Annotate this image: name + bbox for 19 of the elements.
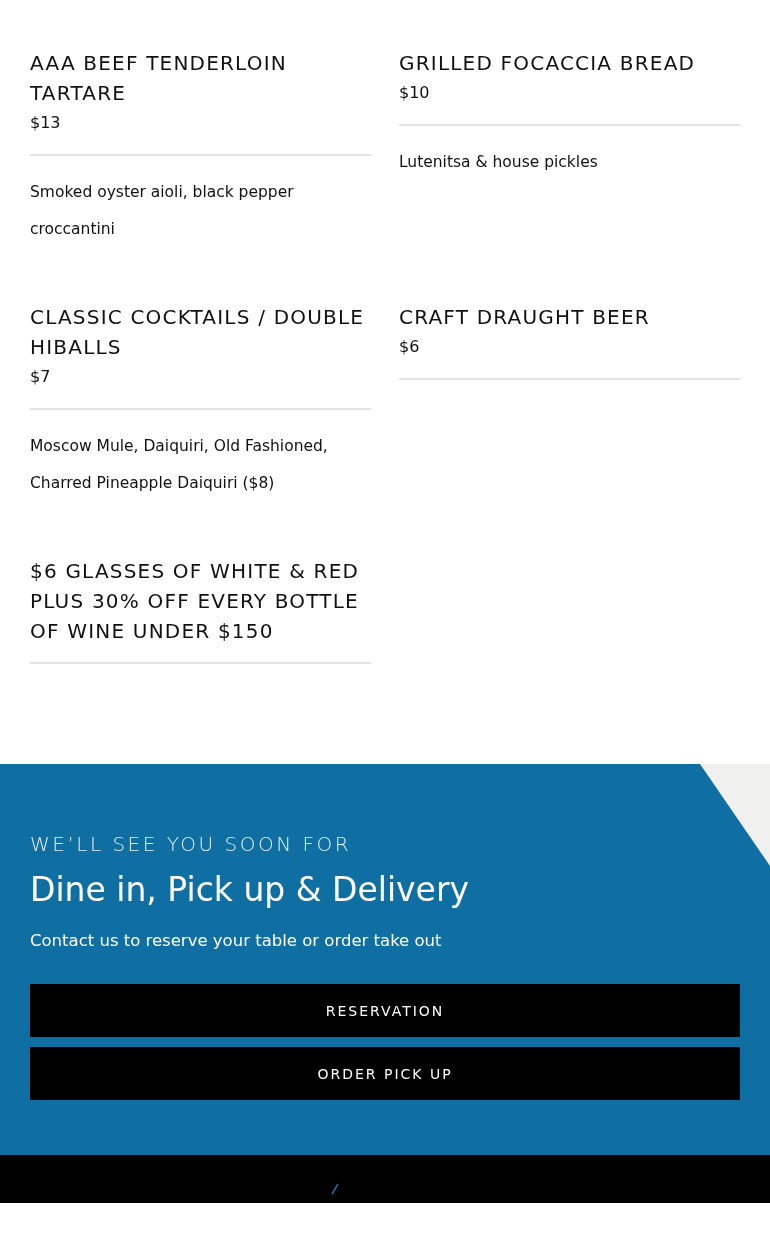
cta-button[interactable]: RESERVATION [30,984,740,1037]
menu-item-price: $13 [30,112,62,134]
menu-item-description: Smoked oyster aioli, black pepper croccantini [30,182,295,240]
menu-item-price: $6 [399,336,421,358]
cta-text: Contact us to reserve your table or order take out [30,931,443,950]
cta-button[interactable]: ORDER PICK UP [30,1047,740,1100]
menu-item-title: GRILLED FOCACCIA BREAD [399,50,697,77]
slash-mark-icon [331,1183,339,1195]
cta-eyebrow: WE’LL SEE YOU SOON FOR [30,832,353,856]
menu-item-title: $6 GLASSES OF WHITE & RED PLUS 30% OFF EVERY BOTTLE OF WINE UNDER $150 [30,558,361,645]
menu-item-title: AAA BEEF TENDERLOIN TARTARE [30,50,288,107]
corner-triangle-icon [700,764,770,866]
cta-heading: Dine in, Pick up & Delivery [30,870,470,909]
menu-item-title: CRAFT DRAUGHT BEER [399,304,651,331]
menu-item-description: Lutenitsa & house pickles [399,152,599,173]
menu-item-price: $7 [30,366,52,388]
menu-item-price: $10 [399,82,431,104]
menu-item-description: Moscow Mule, Daiquiri, Old Fashioned, Charred Pineapple Daiquiri ($8) [30,436,329,494]
menu-item-title: CLASSIC COCKTAILS / DOUBLE HIBALLS [30,304,366,361]
